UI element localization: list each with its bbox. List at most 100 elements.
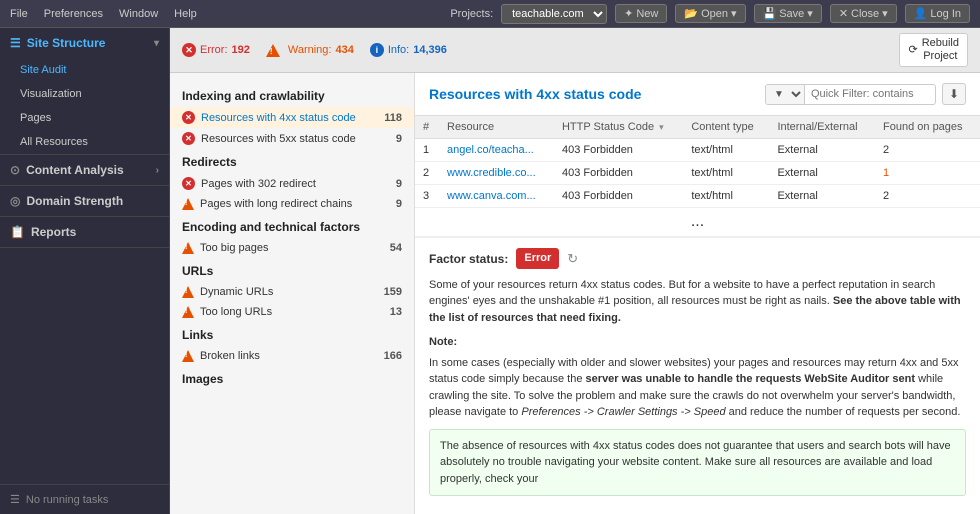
warning-icon	[182, 198, 194, 210]
issue-302[interactable]: ✕ Pages with 302 redirect 9	[170, 173, 414, 194]
issue-count: 166	[384, 350, 402, 362]
error-icon: ✕	[182, 43, 196, 57]
issue-count: 9	[396, 198, 402, 210]
resource-link[interactable]: angel.co/teacha...	[447, 144, 534, 156]
issue-label: Dynamic URLs	[200, 286, 378, 298]
rebuild-button[interactable]: ⟳ Rebuild Project	[899, 33, 968, 67]
cell-num: 1	[415, 139, 439, 162]
factor-status-label: Factor status:	[429, 250, 508, 268]
warning-count: 434	[335, 44, 353, 56]
info-badge: i Info: 14,396	[370, 43, 447, 57]
col-num: #	[415, 116, 439, 139]
menu-help[interactable]: Help	[174, 8, 197, 20]
content-analysis-chevron-icon: ›	[156, 165, 159, 176]
menu-file[interactable]: File	[10, 8, 28, 20]
detail-header: Resources with 4xx status code ▼ ⬇	[415, 73, 980, 116]
sidebar-reports-header[interactable]: 📋 Reports	[0, 217, 169, 247]
filter-select[interactable]: ▼	[766, 85, 805, 104]
col-internal-external[interactable]: Internal/External	[769, 116, 875, 139]
cell-http-status: 403 Forbidden	[554, 185, 683, 208]
main-layout: ☰ Site Structure ▾ Site Audit Visualizat…	[0, 28, 980, 514]
content-area: ✕ Error: 192 Warning: 434 i Info: 14,396…	[170, 28, 980, 514]
login-button[interactable]: 👤 Log In	[905, 4, 970, 23]
col-resource[interactable]: Resource	[439, 116, 554, 139]
info-count: 14,396	[413, 44, 447, 56]
issue-label: Resources with 4xx status code	[201, 112, 378, 124]
note-bold: server was unable to handle the requests…	[586, 373, 915, 385]
filter-input-wrap: ▼	[765, 84, 936, 105]
menu-preferences[interactable]: Preferences	[44, 8, 103, 20]
issue-count: 9	[396, 133, 402, 145]
menu-window[interactable]: Window	[119, 8, 158, 20]
sidebar-item-visualization[interactable]: Visualization	[0, 82, 169, 106]
issue-count: 159	[384, 286, 402, 298]
warning-icon	[182, 242, 194, 254]
panels: Indexing and crawlability ✕ Resources wi…	[170, 73, 980, 514]
cell-internal-external: External	[769, 139, 875, 162]
col-found-on[interactable]: Found on pages	[875, 116, 980, 139]
cell-content-type: text/html	[683, 139, 769, 162]
issue-count: 13	[390, 306, 402, 318]
detail-toolbar: ▼ ⬇	[765, 83, 966, 105]
status-bar: ✕ Error: 192 Warning: 434 i Info: 14,396…	[170, 28, 980, 73]
cell-num: 3	[415, 185, 439, 208]
issue-label: Broken links	[200, 350, 378, 362]
error-icon: ✕	[182, 132, 195, 145]
note-italic: Preferences -> Crawler Settings -> Speed	[521, 406, 725, 418]
table-row: 1 angel.co/teacha... 403 Forbidden text/…	[415, 139, 980, 162]
table-row: 2 www.credible.co... 403 Forbidden text/…	[415, 162, 980, 185]
section-title-links: Links	[170, 322, 414, 346]
factor-header: Factor status: Error ↻	[429, 248, 966, 269]
issue-big-pages[interactable]: Too big pages 54	[170, 238, 414, 258]
warning-icon	[182, 306, 194, 318]
cell-resource[interactable]: www.credible.co...	[439, 162, 554, 185]
refresh-icon[interactable]: ↻	[567, 249, 578, 269]
error-label: Error:	[200, 44, 228, 56]
issue-long-redirect[interactable]: Pages with long redirect chains 9	[170, 194, 414, 214]
projects-label: Projects:	[450, 8, 493, 20]
factor-note-text: In some cases (especially with older and…	[429, 355, 966, 421]
warning-icon	[182, 350, 194, 362]
section-title-urls: URLs	[170, 258, 414, 282]
sidebar-item-pages[interactable]: Pages	[0, 106, 169, 130]
cell-resource[interactable]: www.canva.com...	[439, 185, 554, 208]
cell-resource[interactable]: angel.co/teacha...	[439, 139, 554, 162]
new-button[interactable]: ✦ New	[615, 4, 667, 23]
issue-long-urls[interactable]: Too long URLs 13	[170, 302, 414, 322]
rebuild-icon: ⟳	[908, 44, 917, 57]
cell-found-on[interactable]: 1	[875, 162, 980, 185]
sort-icon: ▾	[659, 122, 664, 132]
sidebar-item-site-audit[interactable]: Site Audit	[0, 58, 169, 82]
projects-select[interactable]: teachable.com	[501, 4, 607, 24]
col-content-type[interactable]: Content type	[683, 116, 769, 139]
cell-internal-external: External	[769, 162, 875, 185]
issue-label: Too long URLs	[200, 306, 384, 318]
export-button[interactable]: ⬇	[942, 83, 966, 105]
issue-5xx[interactable]: ✕ Resources with 5xx status code 9	[170, 128, 414, 149]
sidebar-domain-strength-header[interactable]: ◎ Domain Strength	[0, 186, 169, 216]
green-note: The absence of resources with 4xx status…	[429, 429, 966, 497]
filter-input[interactable]	[805, 85, 935, 103]
issue-4xx[interactable]: ✕ Resources with 4xx status code 118	[170, 107, 414, 128]
cell-found-on: 2	[875, 185, 980, 208]
detail-panel: Resources with 4xx status code ▼ ⬇	[415, 73, 980, 514]
open-button[interactable]: 📂 Open ▾	[675, 4, 745, 23]
sidebar-domain-strength-label: Domain Strength	[26, 194, 123, 208]
col-http-status[interactable]: HTTP Status Code ▾	[554, 116, 683, 139]
warning-icon	[266, 44, 280, 57]
resource-link[interactable]: www.credible.co...	[447, 167, 536, 179]
info-icon: i	[370, 43, 384, 57]
error-icon: ✕	[182, 177, 195, 190]
rebuild-label: Rebuild Project	[922, 37, 959, 63]
resource-link[interactable]: www.canva.com...	[447, 190, 536, 202]
issue-broken-links[interactable]: Broken links 166	[170, 346, 414, 366]
factor-section: Factor status: Error ↻ Some of your reso…	[415, 237, 980, 514]
issue-dynamic-urls[interactable]: Dynamic URLs 159	[170, 282, 414, 302]
sidebar-site-structure-header[interactable]: ☰ Site Structure ▾	[0, 28, 169, 58]
sidebar-content-analysis-header[interactable]: ⊙ Content Analysis ›	[0, 155, 169, 185]
sidebar-item-all-resources[interactable]: All Resources	[0, 130, 169, 154]
save-button[interactable]: 💾 Save ▾	[754, 4, 822, 23]
close-button[interactable]: ✕ Close ▾	[830, 4, 897, 23]
issue-label: Pages with long redirect chains	[200, 198, 390, 210]
found-on-link[interactable]: 1	[883, 167, 889, 179]
